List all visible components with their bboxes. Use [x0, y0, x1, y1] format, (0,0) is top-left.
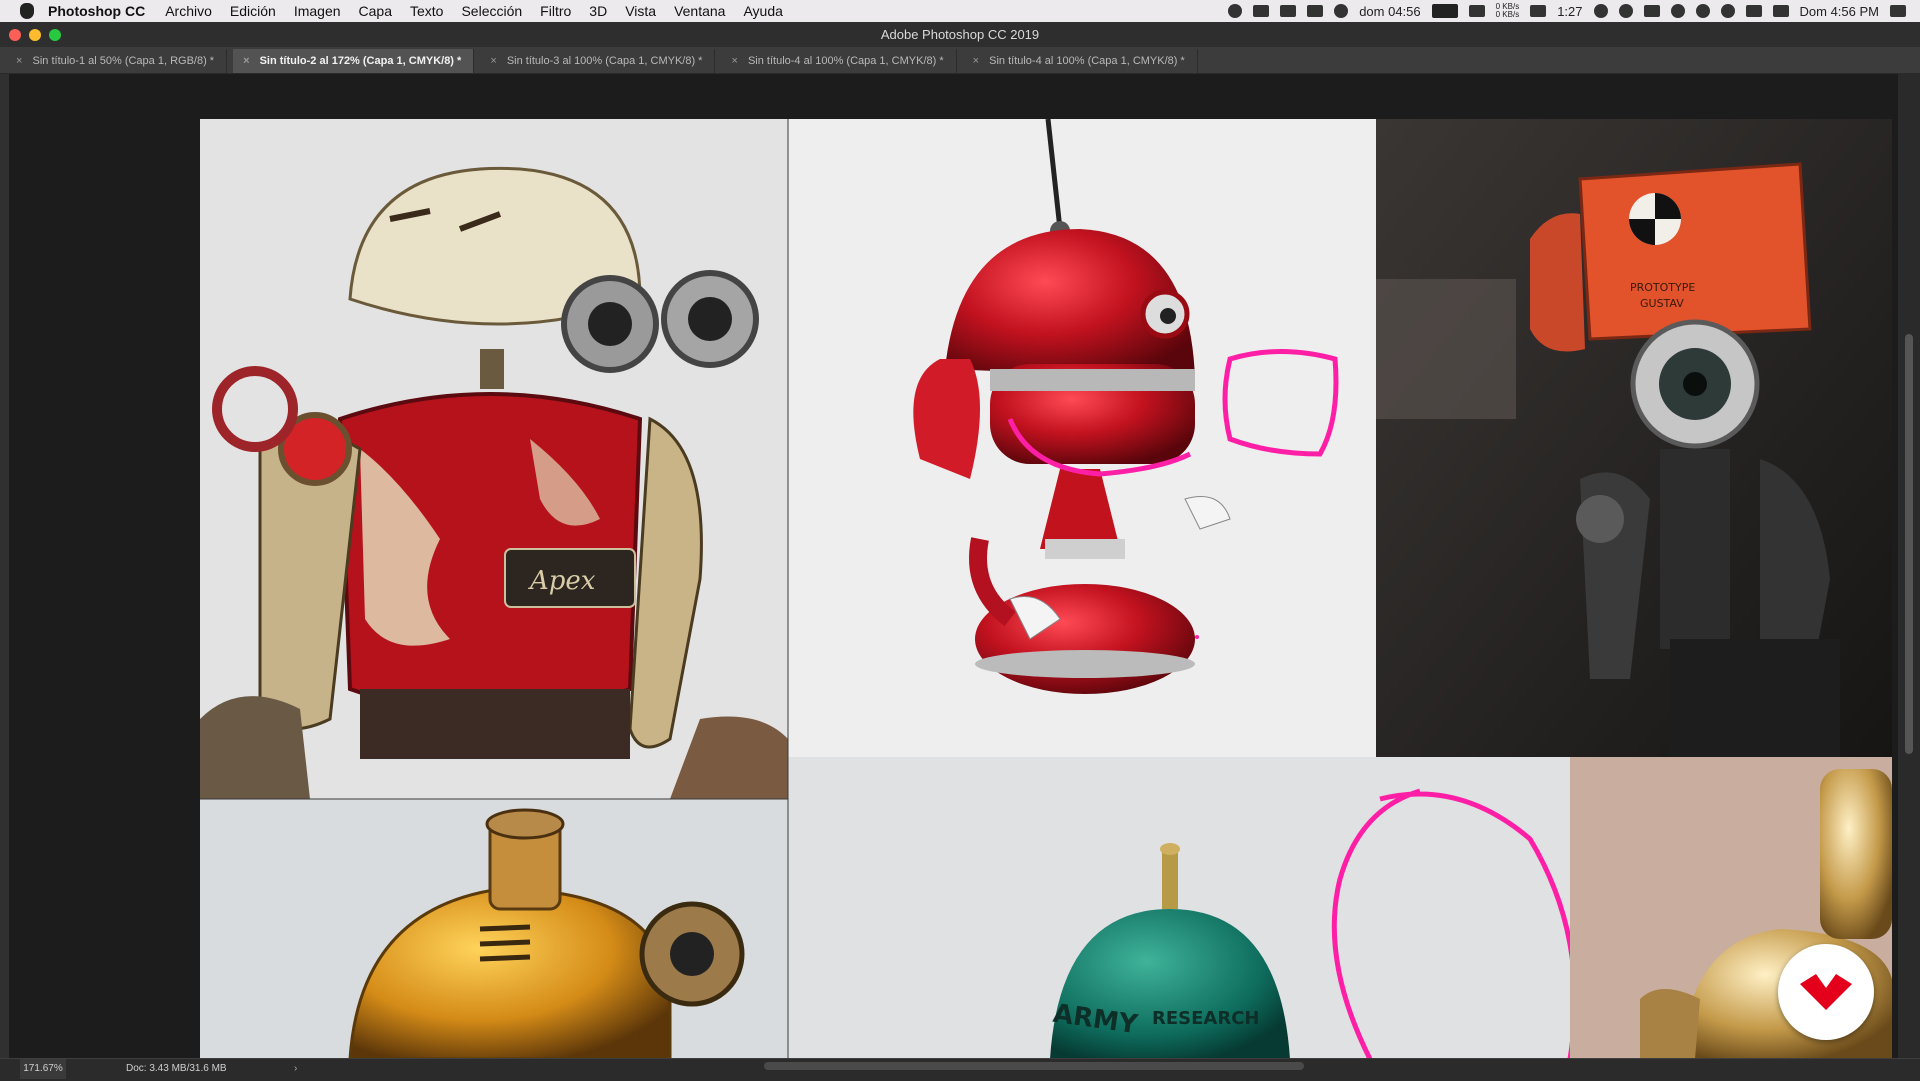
collage-svg: Apex PROTOTYPE GUSTAV ARMY RESEARCH	[200, 119, 1892, 1059]
tray-clock-left[interactable]: dom 04:56	[1359, 4, 1420, 19]
display-icon[interactable]	[1253, 5, 1270, 17]
net-down: 0 KB/s	[1495, 10, 1520, 19]
tab-document-4[interactable]: × Sin título-4 al 100% (Capa 1, CMYK/8) …	[721, 49, 957, 73]
status-tray: dom 04:56 0 KB/s 0 KB/s 1:27 Dom 4:56 PM	[1228, 0, 1906, 22]
apple-icon[interactable]	[20, 3, 34, 19]
record-icon[interactable]	[1228, 4, 1243, 18]
command-icon[interactable]	[1280, 5, 1297, 17]
document-canvas[interactable]: Apex PROTOTYPE GUSTAV ARMY RESEARCH	[200, 119, 1892, 1059]
brand-heart-icon	[1800, 974, 1852, 1010]
document-size-info[interactable]: Doc: 3.43 MB/31.6 MB	[126, 1059, 227, 1079]
horizontal-scroll-thumb[interactable]	[764, 1062, 1304, 1070]
menu-3d[interactable]: 3D	[589, 3, 607, 19]
workspace-left-edge	[0, 74, 9, 1058]
search-icon[interactable]	[1618, 4, 1633, 18]
menu-archivo[interactable]: Archivo	[165, 3, 212, 19]
network-monitor[interactable]: 0 KB/s 0 KB/s	[1496, 3, 1520, 19]
menu-seleccion[interactable]: Selección	[461, 3, 522, 19]
menu-app-name[interactable]: Photoshop CC	[48, 3, 145, 19]
notification-center-icon[interactable]	[1890, 5, 1906, 17]
bluetooth-icon[interactable]	[1695, 4, 1710, 18]
wifi-icon[interactable]	[1720, 4, 1735, 18]
tab-document-3[interactable]: × Sin título-3 al 100% (Capa 1, CMYK/8) …	[480, 49, 716, 73]
photo-green-robot-army-research[interactable]: ARMY RESEARCH	[788, 757, 1578, 1059]
airplay-icon[interactable]	[1643, 5, 1660, 17]
eye-icon[interactable]	[1593, 4, 1608, 18]
close-window-icon[interactable]	[9, 29, 21, 41]
battery-charge-icon[interactable]	[1530, 5, 1547, 17]
menu-ventana[interactable]: Ventana	[674, 3, 725, 19]
menu-edicion[interactable]: Edición	[230, 3, 276, 19]
menu-imagen[interactable]: Imagen	[294, 3, 341, 19]
zoom-level-field[interactable]: 171.67%	[20, 1059, 66, 1079]
volume-icon[interactable]	[1745, 5, 1762, 17]
battery-time[interactable]: 1:27	[1557, 4, 1582, 19]
menu-texto[interactable]: Texto	[410, 3, 443, 19]
window-title: Adobe Photoshop CC 2019	[880, 27, 1040, 42]
close-tab-icon[interactable]: ×	[243, 55, 249, 67]
tab-label: Sin título-4 al 100% (Capa 1, CMYK/8) *	[989, 55, 1185, 67]
status-menu-arrow[interactable]: ›	[294, 1059, 297, 1079]
battery-icon[interactable]	[1772, 5, 1789, 17]
menu-ayuda[interactable]: Ayuda	[743, 3, 782, 19]
window-titlebar: Adobe Photoshop CC 2019	[0, 22, 1920, 47]
tab-document-2[interactable]: × Sin título-2 al 172% (Capa 1, CMYK/8) …	[233, 49, 475, 73]
tab-document-5[interactable]: × Sin título-4 al 100% (Capa 1, CMYK/8) …	[962, 49, 1198, 73]
apex-plate-text: Apex	[528, 566, 596, 596]
minimize-window-icon[interactable]	[29, 29, 41, 41]
photo-red-robot-glossy[interactable]	[788, 119, 1376, 757]
tab-label: Sin título-2 al 172% (Capa 1, CMYK/8) *	[259, 55, 462, 67]
zoom-window-icon[interactable]	[49, 29, 61, 41]
close-tab-icon[interactable]: ×	[490, 55, 496, 67]
photo-red-robot-rusty[interactable]: Apex	[200, 119, 788, 799]
tab-label: Sin título-1 al 50% (Capa 1, RGB/8) *	[32, 55, 215, 67]
tab-label: Sin título-4 al 100% (Capa 1, CMYK/8) *	[747, 55, 944, 67]
siri-icon[interactable]	[1670, 4, 1685, 18]
cpu-monitor-icon[interactable]	[1431, 4, 1458, 18]
tab-document-1[interactable]: × Sin título-1 al 50% (Capa 1, RGB/8) *	[6, 49, 228, 73]
tray-datetime[interactable]: Dom 4:56 PM	[1800, 4, 1879, 19]
close-tab-icon[interactable]: ×	[731, 55, 737, 67]
window-controls	[9, 29, 61, 41]
vertical-scroll-thumb[interactable]	[1905, 334, 1913, 754]
green-robot-research-text: RESEARCH	[1152, 1008, 1259, 1029]
creative-cloud-icon[interactable]	[1334, 4, 1349, 18]
gustav-plate-line2: GUSTAV	[1640, 297, 1684, 310]
menu-filtro[interactable]: Filtro	[540, 3, 571, 19]
menu-capa[interactable]: Capa	[359, 3, 392, 19]
close-tab-icon[interactable]: ×	[16, 55, 22, 67]
gustav-plate-line1: PROTOTYPE	[1630, 281, 1695, 294]
close-tab-icon[interactable]: ×	[973, 55, 979, 67]
photo-orange-robot-prototype-gustav[interactable]: PROTOTYPE GUSTAV	[1376, 119, 1892, 759]
dropbox-icon[interactable]	[1307, 5, 1324, 17]
photo-yellow-robot[interactable]	[200, 799, 788, 1059]
tab-label: Sin título-3 al 100% (Capa 1, CMYK/8) *	[506, 55, 703, 67]
document-tabs: × Sin título-1 al 50% (Capa 1, RGB/8) * …	[0, 47, 1920, 74]
vertical-scrollbar[interactable]	[1898, 74, 1920, 1058]
brand-logo-badge	[1778, 944, 1874, 1040]
menu-vista[interactable]: Vista	[625, 3, 656, 19]
mac-menubar: Photoshop CC Archivo Edición Imagen Capa…	[0, 0, 1920, 22]
memory-monitor-icon[interactable]	[1468, 5, 1485, 17]
